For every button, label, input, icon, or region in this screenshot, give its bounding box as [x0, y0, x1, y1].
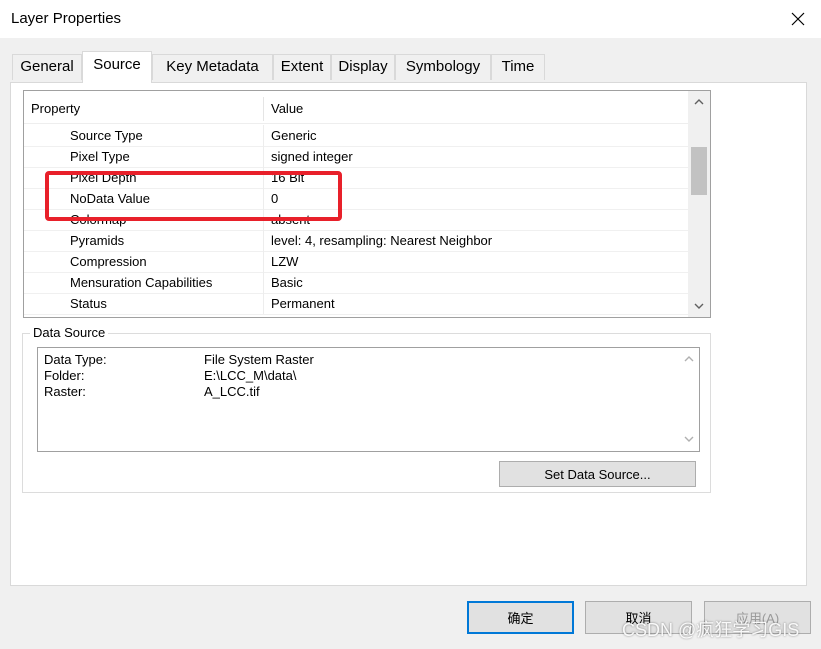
row-property: Compression — [70, 254, 147, 269]
row-value: Generic — [271, 128, 317, 143]
grid-row[interactable]: Mensuration Capabilities Basic — [24, 272, 688, 294]
row-separator — [263, 272, 264, 293]
tab-display[interactable]: Display — [331, 54, 395, 80]
grid-row[interactable]: NoData Value 0 — [24, 188, 688, 210]
row-property: Mensuration Capabilities — [70, 275, 213, 290]
grid-row[interactable]: Pixel Type signed integer — [24, 146, 688, 168]
scroll-up-button[interactable] — [688, 91, 710, 113]
tab-source[interactable]: Source — [82, 51, 152, 83]
data-type-key: Data Type: — [44, 352, 107, 367]
raster-key: Raster: — [44, 384, 86, 399]
row-property: Pixel Type — [70, 149, 130, 164]
title-bar: Layer Properties — [0, 0, 821, 38]
row-property: Source Type — [70, 128, 143, 143]
row-separator — [263, 146, 264, 167]
folder-value: E:\LCC_M\data\ — [204, 368, 297, 383]
row-separator — [263, 251, 264, 272]
row-separator — [263, 125, 264, 146]
row-value: 0 — [271, 191, 279, 206]
row-value: absent — [271, 212, 311, 227]
data-source-textbox[interactable]: Data Type: File System Raster Folder: E:… — [37, 347, 700, 452]
row-separator — [263, 188, 264, 209]
tab-symbology[interactable]: Symbology — [395, 54, 491, 80]
scroll-down-button[interactable] — [688, 295, 710, 317]
cancel-button[interactable]: 取消 — [585, 601, 692, 634]
property-grid[interactable]: Property Value Source Type Generic Pixel… — [23, 90, 711, 318]
row-value: signed integer — [271, 149, 353, 164]
row-separator — [263, 230, 264, 251]
chevron-down-icon — [694, 303, 704, 309]
row-value: Permanent — [271, 296, 335, 311]
ok-button[interactable]: 确定 — [467, 601, 574, 634]
tab-extent[interactable]: Extent — [273, 54, 331, 80]
chevron-up-icon[interactable] — [684, 356, 694, 362]
chevron-down-icon[interactable] — [684, 436, 694, 442]
row-property: NoData Value — [70, 191, 150, 206]
grid-header: Property Value — [24, 91, 688, 124]
grid-row[interactable]: Colormap absent — [24, 209, 688, 231]
header-property: Property — [31, 101, 81, 116]
folder-key: Folder: — [44, 368, 85, 383]
grid-row[interactable]: Pixel Depth 16 Bit — [24, 167, 688, 189]
row-value: 16 Bit — [271, 170, 305, 185]
tab-general[interactable]: General — [12, 54, 82, 80]
grid-row[interactable]: Pyramids level: 4, resampling: Nearest N… — [24, 230, 688, 252]
tab-time[interactable]: Time — [491, 54, 545, 80]
grid-row[interactable]: Compression LZW — [24, 251, 688, 273]
row-separator — [263, 209, 264, 230]
row-property: Status — [70, 296, 107, 311]
apply-button[interactable]: 应用(A) — [704, 601, 811, 634]
grid-scrollbar[interactable] — [688, 91, 710, 317]
window-title: Layer Properties — [11, 10, 122, 27]
tab-key-metadata[interactable]: Key Metadata — [152, 54, 273, 80]
row-separator — [263, 167, 264, 188]
data-source-legend: Data Source — [30, 325, 109, 340]
row-property: Pixel Depth — [70, 170, 137, 185]
row-value: LZW — [271, 254, 299, 269]
row-value: Basic — [271, 275, 303, 290]
row-separator — [263, 293, 264, 314]
row-property: Colormap — [70, 212, 127, 227]
close-icon — [791, 12, 805, 26]
raster-value: A_LCC.tif — [204, 384, 260, 399]
row-value: level: 4, resampling: Nearest Neighbor — [271, 233, 493, 248]
data-type-value: File System Raster — [204, 352, 314, 367]
close-button[interactable] — [775, 0, 821, 38]
grid-row[interactable]: Status Permanent — [24, 293, 688, 315]
header-separator — [263, 97, 264, 121]
scroll-thumb[interactable] — [691, 147, 707, 195]
header-value: Value — [271, 101, 304, 116]
chevron-up-icon — [694, 99, 704, 105]
set-data-source-button[interactable]: Set Data Source... — [499, 461, 696, 487]
data-source-scrollbar[interactable] — [679, 348, 699, 451]
row-property: Pyramids — [70, 233, 125, 248]
grid-row[interactable]: Source Type Generic — [24, 125, 688, 147]
